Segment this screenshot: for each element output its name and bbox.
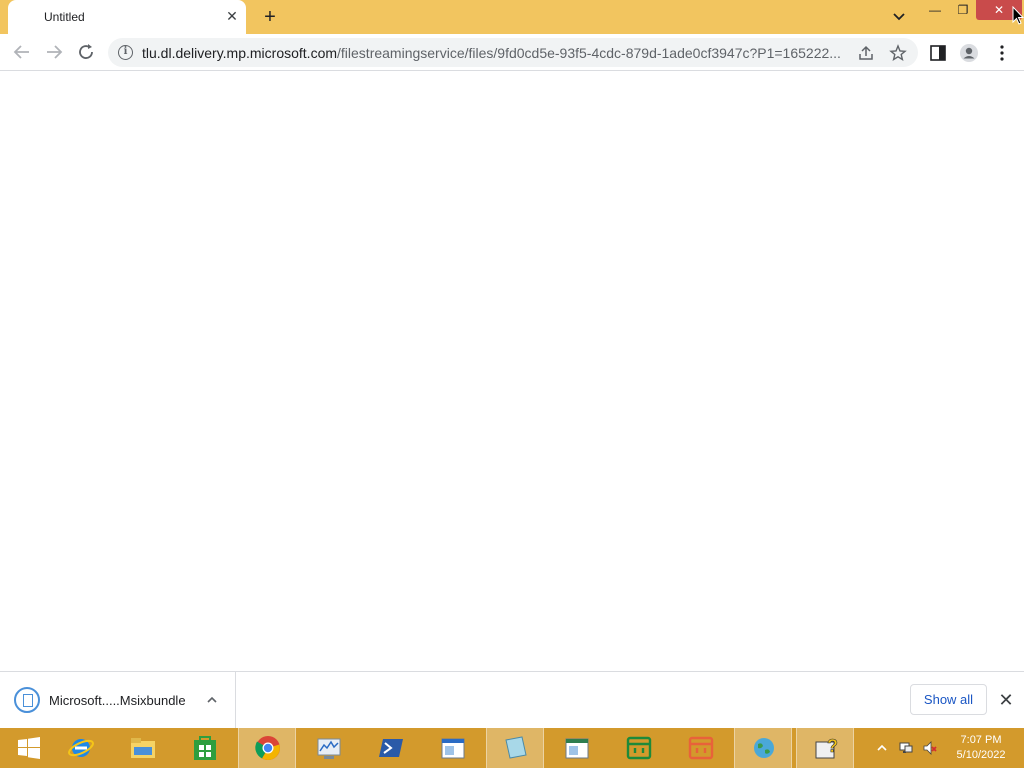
show-hidden-icons-icon[interactable] [874,740,890,756]
download-item[interactable]: Microsoft.....Msixbundle [0,672,236,728]
tab-search-chevron-icon[interactable] [888,7,910,27]
tab-title: Untitled [44,10,85,24]
chrome-icon[interactable] [238,728,296,768]
network-globe-icon[interactable] [734,728,792,768]
download-bar-close-icon[interactable]: ✕ [996,690,1016,710]
store-icon[interactable] [176,728,234,768]
download-file-name: Microsoft.....Msixbundle [49,693,186,708]
back-icon[interactable] [10,40,34,64]
powershell-icon[interactable] [362,728,420,768]
start-button[interactable] [0,728,58,768]
page-content [0,71,1024,671]
help-icon[interactable]: ? [796,728,854,768]
url-host: tlu.dl.delivery.mp.microsoft.com [142,45,338,61]
green-tray-app-icon[interactable] [610,728,668,768]
clock-time: 7:07 PM [960,734,1002,746]
show-all-button[interactable]: Show all [910,684,987,715]
document-app-icon[interactable] [424,728,482,768]
file-explorer-icon[interactable] [114,728,172,768]
tab-untitled[interactable]: Untitled ✕ [8,0,246,34]
taskbar: ? 7:07 PM 5/10/2022 [0,728,1024,768]
chevron-up-icon[interactable] [204,692,220,708]
windows-logo-icon [18,737,40,759]
download-bar: Microsoft.....Msixbundle Show all ✕ [0,671,1024,728]
svg-text:?: ? [827,736,838,756]
forward-icon[interactable] [42,40,66,64]
site-info-icon[interactable]: i [118,45,133,60]
menu-kebab-icon[interactable] [992,43,1012,63]
browser-toolbar: i tlu.dl.delivery.mp.microsoft.com/files… [0,34,1024,71]
new-tab-button[interactable]: + [258,6,282,30]
url-path: /filestreamingservice/files/9fd0cd5e-93f… [337,45,841,61]
document-app-2-icon[interactable] [548,728,606,768]
taskbar-clock[interactable]: 7:07 PM 5/10/2022 [948,733,1014,763]
url-text[interactable]: tlu.dl.delivery.mp.microsoft.com/filestr… [142,45,842,61]
address-bar[interactable]: i tlu.dl.delivery.mp.microsoft.com/files… [108,38,918,67]
profile-avatar-icon[interactable] [959,43,979,63]
share-icon[interactable] [857,44,875,62]
reload-icon[interactable] [74,40,98,64]
notepad-icon[interactable] [486,728,544,768]
volume-muted-icon[interactable] [922,740,938,756]
minimize-button[interactable]: — [920,0,950,20]
bookmark-star-icon[interactable] [889,44,907,62]
screen: Untitled ✕ + — ❐ ✕ i tlu.dl.delivery.mp.… [0,0,1024,768]
orange-tray-app-icon[interactable] [672,728,730,768]
network-status-icon[interactable] [898,740,914,756]
internet-explorer-icon[interactable] [52,728,110,768]
performance-monitor-icon[interactable] [300,728,358,768]
tab-strip: Untitled ✕ + — ❐ ✕ [0,0,1024,34]
tab-close-icon[interactable]: ✕ [224,8,240,24]
restore-button[interactable]: ❐ [950,0,976,20]
clock-date: 5/10/2022 [956,749,1006,761]
side-panel-icon[interactable] [928,43,948,63]
mouse-cursor-icon [1012,5,1024,26]
file-icon [14,687,40,713]
